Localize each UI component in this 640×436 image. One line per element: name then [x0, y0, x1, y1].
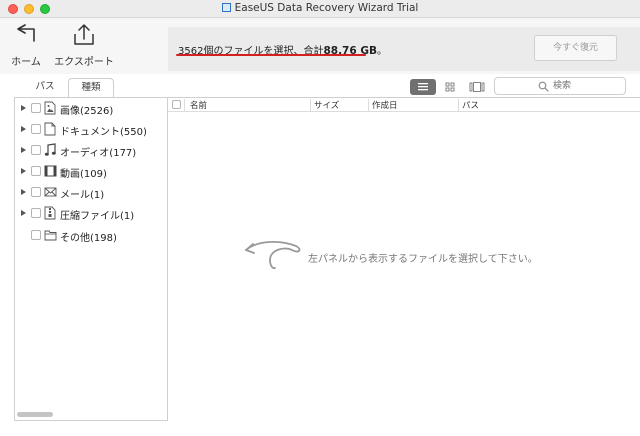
curved-arrow-icon: [240, 236, 306, 279]
tree-item-video[interactable]: 動画(109): [15, 164, 167, 180]
select-all-checkbox[interactable]: [172, 100, 181, 109]
column-header-size[interactable]: サイズ: [314, 99, 339, 111]
column-separator: [368, 99, 369, 111]
search-box[interactable]: [494, 77, 626, 95]
recover-now-button[interactable]: 今すぐ復元: [534, 35, 617, 61]
folder-icon: [44, 228, 57, 245]
empty-state: 左パネルから表示するファイルを選択して下さい。: [240, 236, 560, 276]
file-list-header: 名前 サイズ 作成日 パス: [168, 98, 640, 112]
bottom-strip: [0, 421, 640, 436]
tree-item-label: 圧縮ファイル(1): [60, 211, 135, 222]
list-view-button[interactable]: [410, 79, 436, 95]
tree-checkbox[interactable]: [31, 124, 41, 134]
tree-item-archives[interactable]: 圧縮ファイル(1): [15, 206, 167, 222]
grid-view-icon: [445, 82, 455, 92]
export-icon: [54, 24, 114, 49]
tree-checkbox[interactable]: [31, 103, 41, 113]
tree-checkbox[interactable]: [31, 145, 41, 155]
filmstrip-view-icon: [469, 82, 485, 92]
tree-item-other[interactable]: その他(198): [15, 228, 167, 244]
archive-icon: [44, 206, 56, 223]
music-note-icon: [44, 143, 57, 160]
empty-state-message: 左パネルから表示するファイルを選択して下さい。: [308, 254, 538, 265]
film-icon: [44, 164, 57, 181]
selection-status-panel: 3562個のファイルを選択、合計88.76 GB。 今すぐ復元: [168, 27, 640, 71]
column-separator: [310, 99, 311, 111]
column-header-name[interactable]: 名前: [190, 99, 207, 111]
tree-checkbox[interactable]: [31, 208, 41, 218]
tree-item-mail[interactable]: メール(1): [15, 185, 167, 201]
export-button[interactable]: エクスポート: [54, 24, 114, 68]
export-label: エクスポート: [54, 57, 114, 68]
image-file-icon: [44, 101, 56, 118]
horizontal-scrollbar[interactable]: [17, 412, 53, 417]
list-view-icon: [418, 83, 428, 91]
tree-item-label: 動画(109): [60, 169, 107, 180]
tree-item-label: ドキュメント(550): [60, 127, 147, 138]
tab-type[interactable]: 種類: [68, 78, 114, 98]
expand-arrow-icon[interactable]: [21, 147, 26, 153]
expand-arrow-icon[interactable]: [21, 105, 26, 111]
file-list-pane: 名前 サイズ 作成日 パス 左パネルから表示するファイルを選択して下さい。: [168, 97, 640, 421]
tab-bar: パス 種類: [0, 74, 640, 98]
tree-checkbox[interactable]: [31, 187, 41, 197]
home-button[interactable]: ホーム: [8, 24, 44, 68]
expand-arrow-icon[interactable]: [21, 126, 26, 132]
title-bar: EaseUS Data Recovery Wizard Trial: [0, 0, 640, 18]
grid-view-button[interactable]: [437, 79, 463, 95]
mail-icon: [44, 185, 57, 202]
expand-arrow-icon[interactable]: [21, 189, 26, 195]
tab-path[interactable]: パス: [22, 78, 68, 98]
selection-summary-suffix: 。: [376, 46, 387, 57]
red-underline-annotation: [176, 54, 366, 56]
column-header-created[interactable]: 作成日: [372, 99, 398, 111]
column-separator: [184, 99, 185, 111]
tree-checkbox[interactable]: [31, 166, 41, 176]
window-title: EaseUS Data Recovery Wizard Trial: [0, 2, 640, 14]
column-header-path[interactable]: パス: [462, 99, 479, 111]
search-icon: [538, 81, 549, 95]
document-icon: [44, 122, 56, 139]
search-input[interactable]: [553, 79, 623, 93]
tree-item-label: 画像(2526): [60, 106, 114, 117]
tree-checkbox[interactable]: [31, 230, 41, 240]
window-title-text: EaseUS Data Recovery Wizard Trial: [234, 2, 419, 14]
filmstrip-view-button[interactable]: [464, 79, 490, 95]
tree-item-label: メール(1): [60, 190, 105, 201]
category-tree-pane: 画像(2526) ドキュメント(550) オーディオ(177) 動画(109) …: [14, 97, 168, 421]
expand-arrow-icon[interactable]: [21, 210, 26, 216]
app-icon: [221, 3, 231, 12]
tree-item-label: オーディオ(177): [60, 148, 137, 159]
tree-item-label: その他(198): [60, 233, 117, 244]
column-separator: [458, 99, 459, 111]
home-label: ホーム: [11, 57, 41, 68]
tree-item-documents[interactable]: ドキュメント(550): [15, 122, 167, 138]
tree-item-images[interactable]: 画像(2526): [15, 101, 167, 117]
tree-item-audio[interactable]: オーディオ(177): [15, 143, 167, 159]
back-arrow-icon: [8, 24, 44, 49]
expand-arrow-icon[interactable]: [21, 168, 26, 174]
